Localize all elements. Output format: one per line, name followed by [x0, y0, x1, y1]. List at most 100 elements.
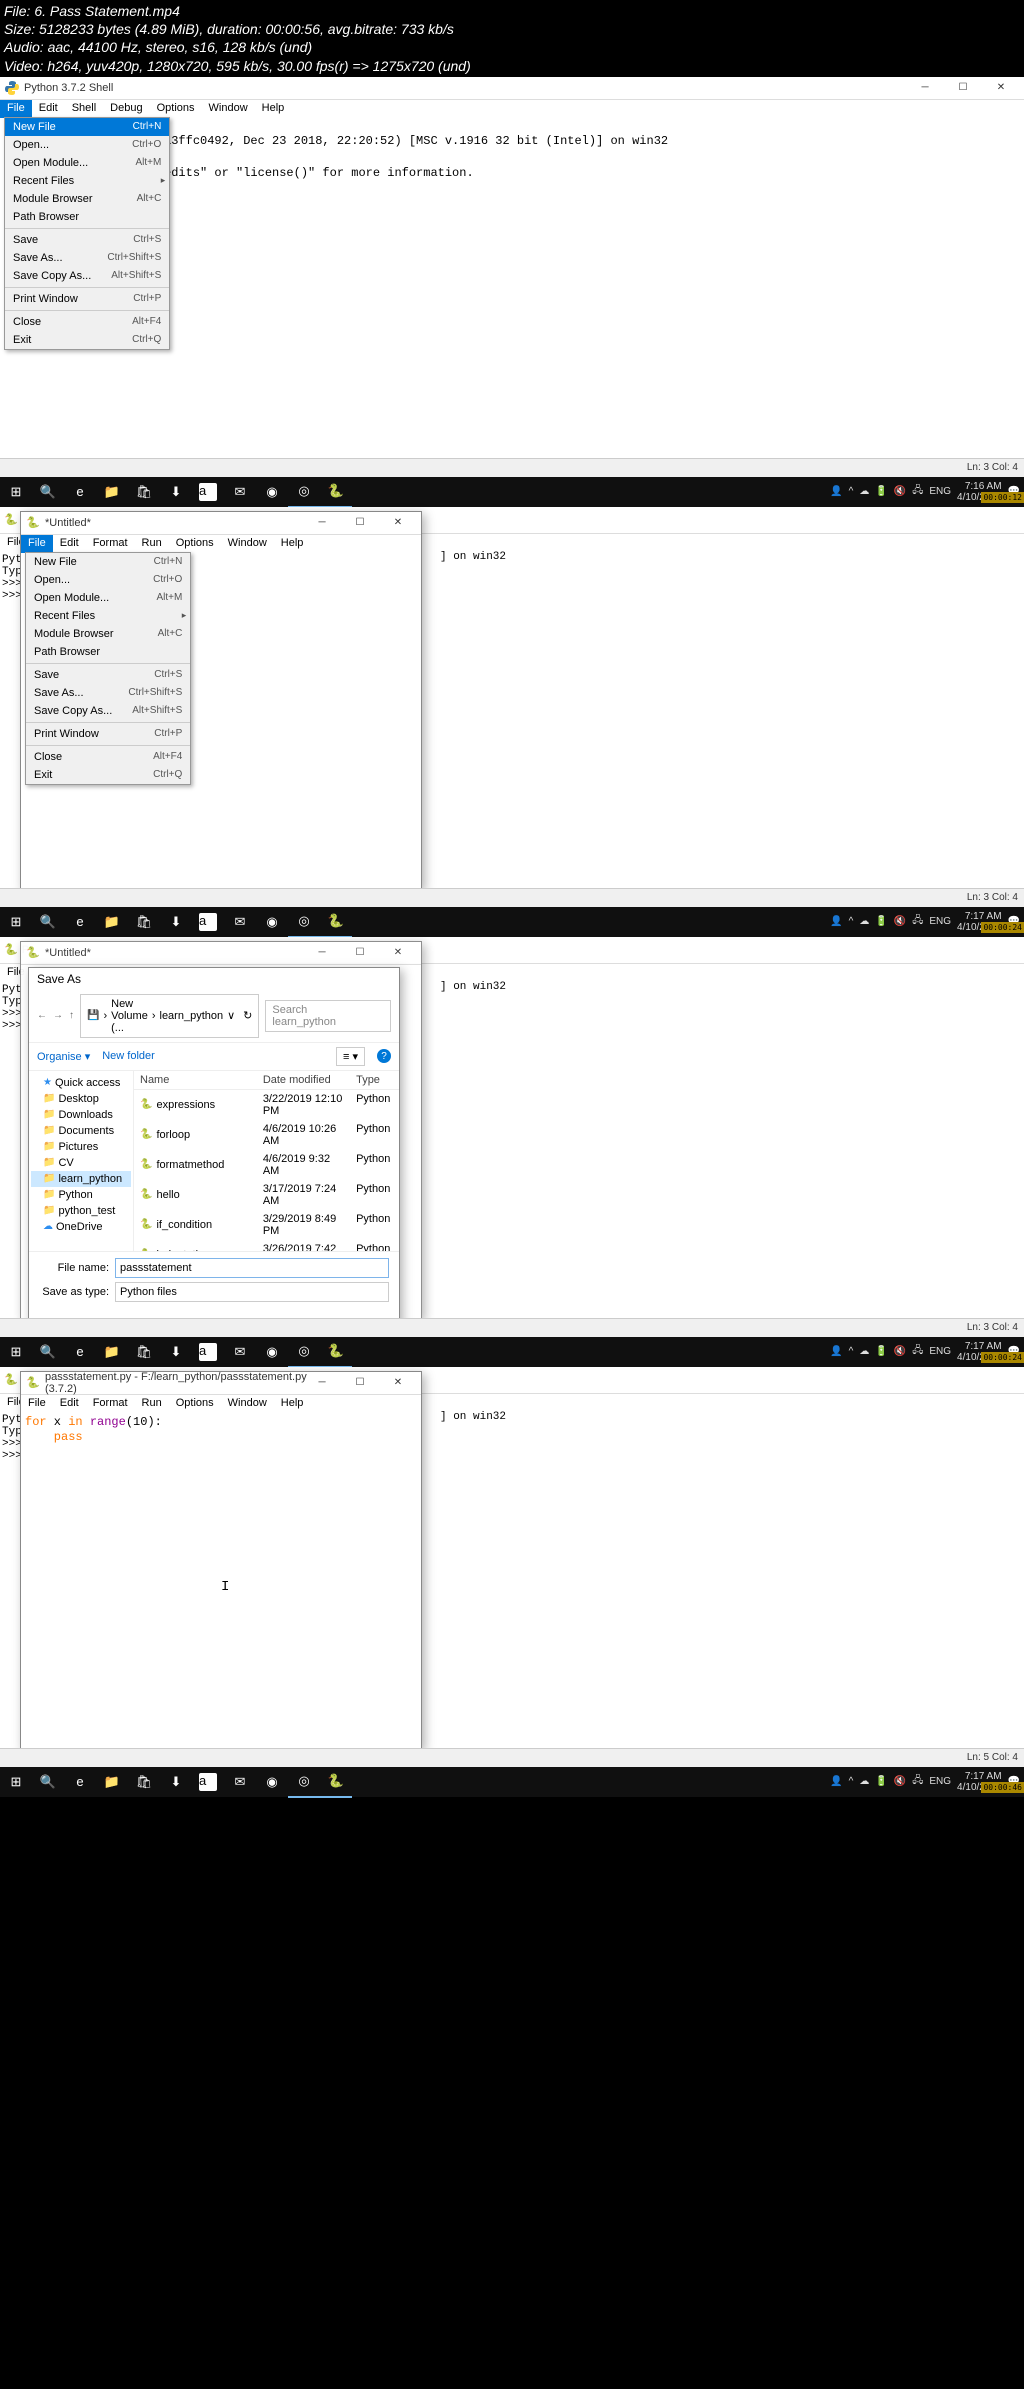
edge-icon[interactable]: e [64, 1337, 96, 1367]
app-icon[interactable]: ◎ [288, 476, 320, 508]
mail-icon[interactable]: ✉ [224, 1337, 256, 1367]
close-button[interactable]: ✕ [383, 1374, 413, 1392]
tray-lang[interactable]: ENG [929, 1346, 951, 1357]
nav-tree[interactable]: ★Quick access📁Desktop📁Downloads📁Document… [29, 1071, 134, 1251]
nav-up-button[interactable]: ↑ [69, 1010, 74, 1021]
menu-file[interactable]: File [0, 100, 32, 118]
tray-user-icon[interactable]: 👤 [830, 486, 842, 497]
menu-window[interactable]: Window [221, 1395, 274, 1413]
amazon-icon[interactable]: a [192, 907, 224, 937]
mail-icon[interactable]: ✉ [224, 477, 256, 507]
menu-item-save-copy-as-[interactable]: Save Copy As...Alt+Shift+S [26, 702, 190, 720]
shell-content[interactable]: 2:9a3ffc0492, Dec 23 2018, 22:20:52) [MS… [124, 117, 672, 199]
search-button[interactable]: 🔍 [32, 1337, 64, 1367]
menu-item-exit[interactable]: ExitCtrl+Q [26, 766, 190, 784]
store-icon[interactable]: 🛍 [128, 1767, 160, 1797]
tray-user-icon[interactable]: 👤 [830, 1776, 842, 1787]
tree-onedrive[interactable]: ☁OneDrive [31, 1219, 131, 1235]
file-list[interactable]: NameDate modifiedType 🐍expressions3/22/2… [134, 1071, 399, 1251]
explorer-icon[interactable]: 📁 [96, 1337, 128, 1367]
menu-item-open-module-[interactable]: Open Module...Alt+M [5, 154, 169, 172]
menu-item-save[interactable]: SaveCtrl+S [5, 231, 169, 249]
chrome-icon[interactable]: ◉ [256, 907, 288, 937]
idle-icon[interactable]: 🐍 [320, 1766, 352, 1798]
menu-item-module-browser[interactable]: Module BrowserAlt+C [26, 625, 190, 643]
menu-options[interactable]: Options [150, 100, 202, 118]
menu-item-recent-files[interactable]: Recent Files [5, 172, 169, 190]
tray-user-icon[interactable]: 👤 [830, 1346, 842, 1357]
file-row[interactable]: 🐍indentation3/26/2019 7:42 AMPython [134, 1240, 399, 1251]
amazon-icon[interactable]: a [192, 1767, 224, 1797]
savetype-combo[interactable]: Python files [115, 1282, 389, 1302]
edge-icon[interactable]: e [64, 1767, 96, 1797]
organise-button[interactable]: Organise ▾ [37, 1050, 90, 1063]
menu-file[interactable]: File [21, 1395, 53, 1413]
menu-help[interactable]: Help [274, 535, 311, 553]
help-button[interactable]: ? [377, 1049, 391, 1063]
menu-item-close[interactable]: CloseAlt+F4 [26, 748, 190, 766]
menu-shell[interactable]: Shell [65, 100, 103, 118]
menu-item-open-module-[interactable]: Open Module...Alt+M [26, 589, 190, 607]
menu-item-module-browser[interactable]: Module BrowserAlt+C [5, 190, 169, 208]
close-button[interactable]: ✕ [383, 514, 413, 532]
taskbar[interactable]: ⊞🔍e📁🛍⬇a✉◉◎🐍👤^☁🔋🔇🖧ENG7:17 AM4/10/2019💬00:… [0, 1337, 1024, 1367]
start-button[interactable]: ⊞ [0, 1337, 32, 1367]
chrome-icon[interactable]: ◉ [256, 1337, 288, 1367]
titlebar[interactable]: 🐍 *Untitled* ─ ☐ ✕ [21, 512, 421, 535]
menu-help[interactable]: Help [274, 1395, 311, 1413]
nav-fwd-button[interactable]: → [53, 1010, 63, 1021]
store-icon[interactable]: 🛍 [128, 477, 160, 507]
tray-lang[interactable]: ENG [929, 916, 951, 927]
chrome-icon[interactable]: ◉ [256, 477, 288, 507]
tray-lang[interactable]: ENG [929, 1776, 951, 1787]
dropbox-icon[interactable]: ⬇ [160, 477, 192, 507]
start-button[interactable]: ⊞ [0, 1767, 32, 1797]
idle-icon[interactable]: 🐍 [320, 1336, 352, 1368]
menu-item-new-file[interactable]: New FileCtrl+N [26, 553, 190, 571]
file-row[interactable]: 🐍if_condition3/29/2019 8:49 PMPython [134, 1210, 399, 1240]
menu-item-new-file[interactable]: New FileCtrl+N [5, 118, 169, 136]
minimize-button[interactable]: ─ [910, 79, 940, 97]
file-row[interactable]: 🐍hello3/17/2019 7:24 AMPython [134, 1180, 399, 1210]
menu-edit[interactable]: Edit [53, 535, 86, 553]
search-button[interactable]: 🔍 [32, 907, 64, 937]
menu-item-print-window[interactable]: Print WindowCtrl+P [26, 725, 190, 743]
maximize-button[interactable]: ☐ [345, 1374, 375, 1392]
chrome-icon[interactable]: ◉ [256, 1767, 288, 1797]
explorer-icon[interactable]: 📁 [96, 477, 128, 507]
menu-run[interactable]: Run [135, 535, 169, 553]
search-input[interactable]: Search learn_python [265, 1000, 391, 1032]
tree-learn_python[interactable]: 📁learn_python [31, 1171, 131, 1187]
menu-options[interactable]: Options [169, 1395, 221, 1413]
maximize-button[interactable]: ☐ [948, 79, 978, 97]
dropbox-icon[interactable]: ⬇ [160, 1337, 192, 1367]
tree-pictures[interactable]: 📁Pictures [31, 1139, 131, 1155]
minimize-button[interactable]: ─ [307, 514, 337, 532]
explorer-icon[interactable]: 📁 [96, 1767, 128, 1797]
menu-item-save-as-[interactable]: Save As...Ctrl+Shift+S [5, 249, 169, 267]
mail-icon[interactable]: ✉ [224, 907, 256, 937]
mail-icon[interactable]: ✉ [224, 1767, 256, 1797]
menu-options[interactable]: Options [169, 535, 221, 553]
menu-window[interactable]: Window [221, 535, 274, 553]
taskbar[interactable]: ⊞🔍e📁🛍⬇a✉◉◎🐍👤^☁🔋🔇🖧ENG7:17 AM4/10/2019💬00:… [0, 907, 1024, 937]
tree-quick-access[interactable]: ★Quick access [31, 1075, 131, 1091]
tree-cv[interactable]: 📁CV [31, 1155, 131, 1171]
menu-item-save[interactable]: SaveCtrl+S [26, 666, 190, 684]
menu-item-recent-files[interactable]: Recent Files [26, 607, 190, 625]
search-button[interactable]: 🔍 [32, 1767, 64, 1797]
menu-item-close[interactable]: CloseAlt+F4 [5, 313, 169, 331]
code-editor[interactable]: for x in range(10): pass [21, 1413, 421, 1448]
app-icon[interactable]: ◎ [288, 1336, 320, 1368]
file-row[interactable]: 🐍formatmethod4/6/2019 9:32 AMPython [134, 1150, 399, 1180]
tree-desktop[interactable]: 📁Desktop [31, 1091, 131, 1107]
start-button[interactable]: ⊞ [0, 907, 32, 937]
tree-python_test[interactable]: 📁python_test [31, 1203, 131, 1219]
file-row[interactable]: 🐍expressions3/22/2019 12:10 PMPython [134, 1090, 399, 1120]
menu-item-exit[interactable]: ExitCtrl+Q [5, 331, 169, 349]
menu-help[interactable]: Help [255, 100, 292, 118]
tree-downloads[interactable]: 📁Downloads [31, 1107, 131, 1123]
menu-run[interactable]: Run [135, 1395, 169, 1413]
file-row[interactable]: 🐍forloop4/6/2019 10:26 AMPython [134, 1120, 399, 1150]
search-button[interactable]: 🔍 [32, 477, 64, 507]
